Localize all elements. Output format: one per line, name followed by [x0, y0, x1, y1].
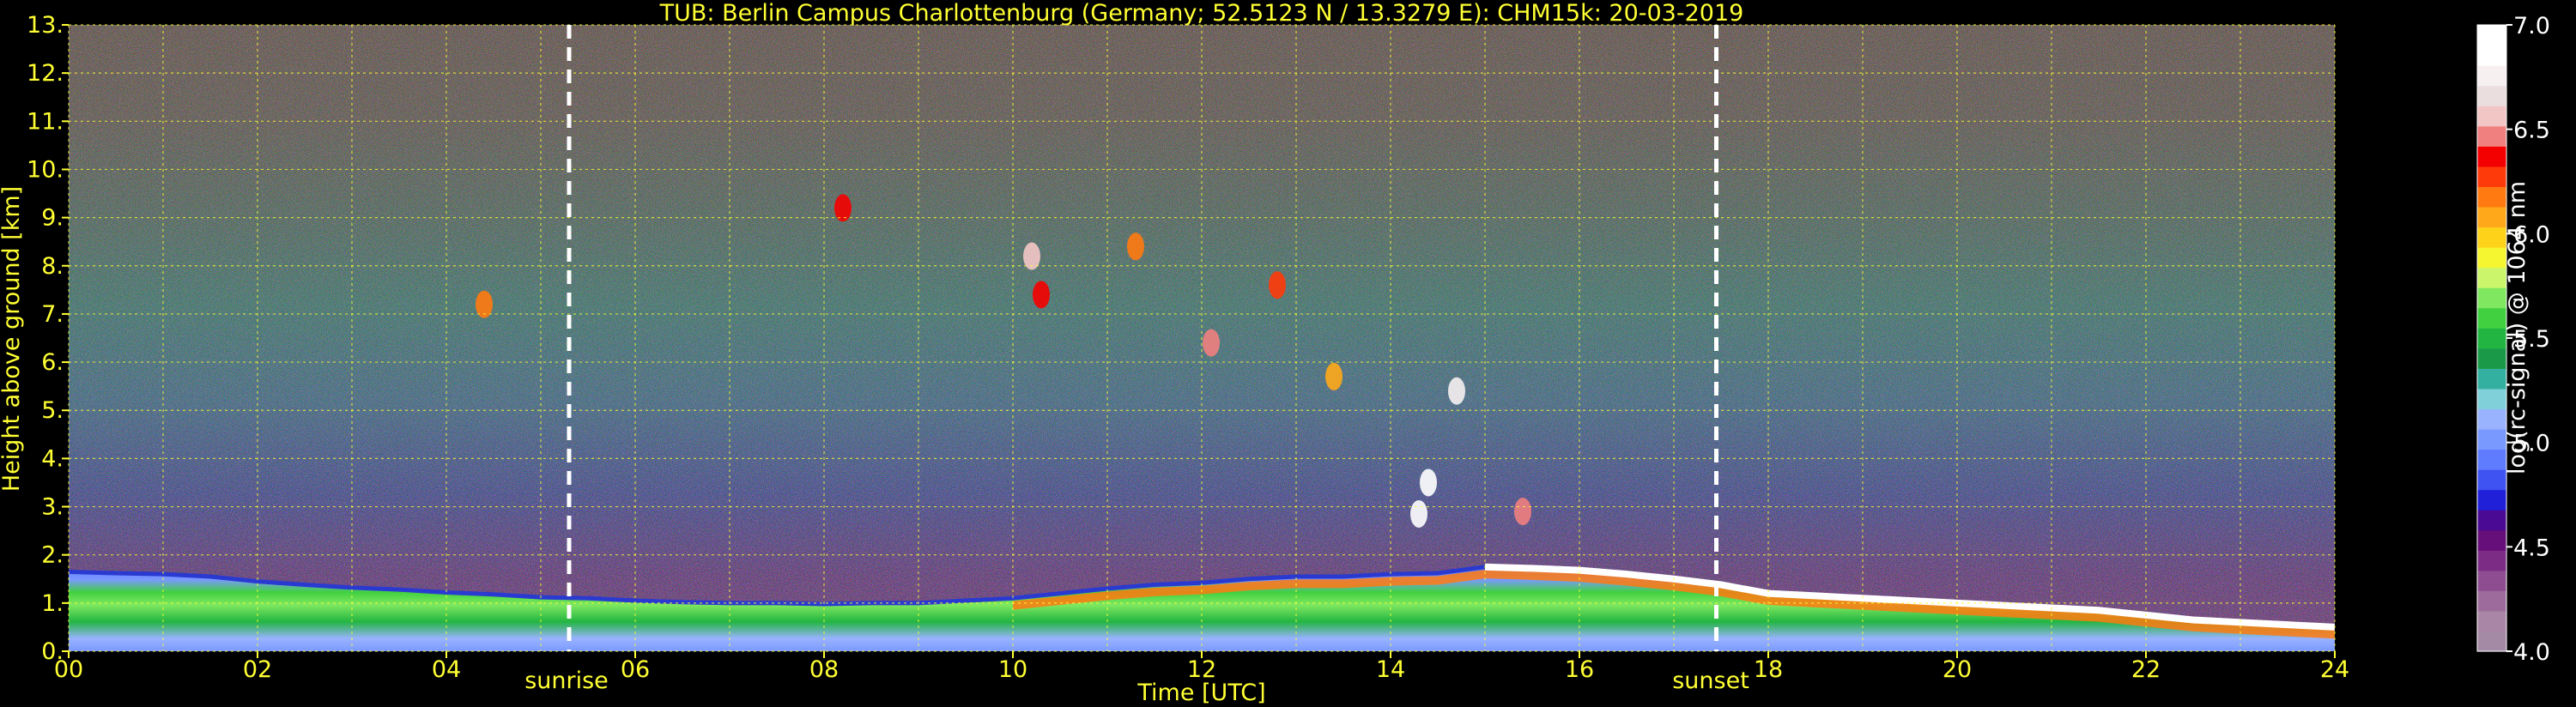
- colorbar-segment: [2477, 550, 2506, 571]
- y-tick-label: 5.: [41, 397, 64, 424]
- colorbar-segment: [2477, 590, 2506, 612]
- cloud-patch: [834, 194, 852, 222]
- x-tick-label: 04: [432, 656, 461, 683]
- colorbar-segment: [2477, 449, 2506, 470]
- y-tick-label: 4.: [41, 445, 64, 472]
- colorbar-label: log(rc-signal) @ 1064 nm: [2504, 181, 2531, 474]
- y-tick-label: 3.: [41, 494, 64, 521]
- sunset-label: sunset: [1672, 668, 1749, 694]
- ceilometer-chart: 00 02 04 06 08 10 12 14 16 18 20 22 24 0.1.2.3.4.5.6…: [0, 0, 2550, 706]
- colorbar-segment: [2477, 166, 2506, 187]
- y-tick-label: 8.: [41, 253, 64, 280]
- x-tick-label: 10: [998, 656, 1027, 683]
- x-tick-label: 22: [2131, 656, 2161, 683]
- x-axis-label: Time [UTC]: [1136, 680, 1265, 706]
- y-tick-label: 12.: [27, 60, 64, 87]
- colorbar-segment: [2477, 489, 2506, 511]
- colorbar-segment: [2477, 227, 2506, 248]
- colorbar-segment: [2477, 469, 2506, 491]
- colorbar-tick-label: 4.0: [2513, 639, 2550, 666]
- y-tick-label: 2.: [41, 542, 64, 569]
- x-tick-label: 16: [1565, 656, 1594, 683]
- cloud-patch: [1203, 329, 1220, 357]
- colorbar-segment: [2477, 45, 2506, 66]
- x-axis-ticks: 00 02 04 06 08 10 12 14 16 18 20 22 24: [54, 651, 2349, 683]
- y-axis-label: Height above ground [km]: [0, 186, 25, 492]
- x-tick-label: 02: [243, 656, 272, 683]
- cloud-patch: [1325, 362, 1343, 390]
- colorbar-tick-label: 7.0: [2513, 13, 2550, 39]
- colorbar-segment: [2477, 85, 2506, 106]
- colorbar-segment: [2477, 206, 2506, 228]
- colorbar-segment: [2477, 146, 2506, 167]
- plot-area: [68, 24, 2336, 652]
- colorbar-segment: [2477, 125, 2506, 147]
- chart-title: TUB: Berlin Campus Charlottenburg (Germa…: [659, 0, 1744, 27]
- cloud-patch: [1448, 377, 1465, 405]
- colorbar-segment: [2477, 186, 2506, 208]
- x-tick-label: 18: [1754, 656, 1783, 683]
- y-tick-label: 6.: [41, 349, 64, 376]
- y-tick-label: 1.: [41, 590, 64, 617]
- y-tick-label: 13.: [27, 12, 64, 39]
- colorbar-segment: [2477, 287, 2506, 309]
- colorbar-segment: [2477, 428, 2506, 450]
- colorbar-segment: [2477, 529, 2506, 551]
- colorbar-segment: [2477, 106, 2506, 127]
- colorbar-segment: [2477, 610, 2506, 632]
- x-tick-label: 08: [809, 656, 839, 683]
- x-tick-label: 14: [1376, 656, 1405, 683]
- colorbar-segment: [2477, 247, 2506, 269]
- cloud-patch: [1420, 468, 1437, 497]
- colorbar-segment: [2477, 267, 2506, 288]
- x-tick-label: 24: [2320, 656, 2349, 683]
- y-tick-label: 11.: [27, 108, 64, 135]
- colorbar-tick-label: 6.5: [2513, 118, 2550, 144]
- y-axis-ticks: 0. 1. 2. 3. 4. 5. 6. 7. 8. 9. 10. 11. 12. 13.: [27, 12, 69, 665]
- cloud-patch: [1514, 498, 1531, 526]
- colorbar-segment: [2477, 347, 2506, 369]
- x-tick-label: 20: [1943, 656, 1972, 683]
- y-tick-label: 10.: [27, 156, 64, 183]
- colorbar-segment: [2477, 368, 2506, 390]
- cloud-patch: [1127, 233, 1144, 261]
- y-tick-label: 7.: [41, 301, 64, 328]
- y-tick-label: 9.: [41, 205, 64, 232]
- cloud-patch: [1033, 281, 1050, 309]
- colorbar-segment: [2477, 631, 2506, 652]
- colorbar-segment: [2477, 408, 2506, 430]
- colorbar-segment: [2477, 328, 2506, 349]
- cloud-patch: [1269, 271, 1286, 299]
- colorbar-tick-label: 4.5: [2513, 535, 2550, 561]
- y-tick-label: 0.: [41, 638, 64, 665]
- colorbar-segment: [2477, 65, 2506, 87]
- x-tick-label: 06: [621, 656, 650, 683]
- colorbar-segment: [2477, 510, 2506, 531]
- cloud-patch: [1410, 499, 1427, 528]
- colorbar-segment: [2477, 570, 2506, 591]
- colorbar-segment: [2477, 307, 2506, 329]
- colorbar-segment: [2477, 388, 2506, 410]
- colorbar-segment: [2477, 25, 2506, 46]
- sunrise-label: sunrise: [524, 668, 609, 694]
